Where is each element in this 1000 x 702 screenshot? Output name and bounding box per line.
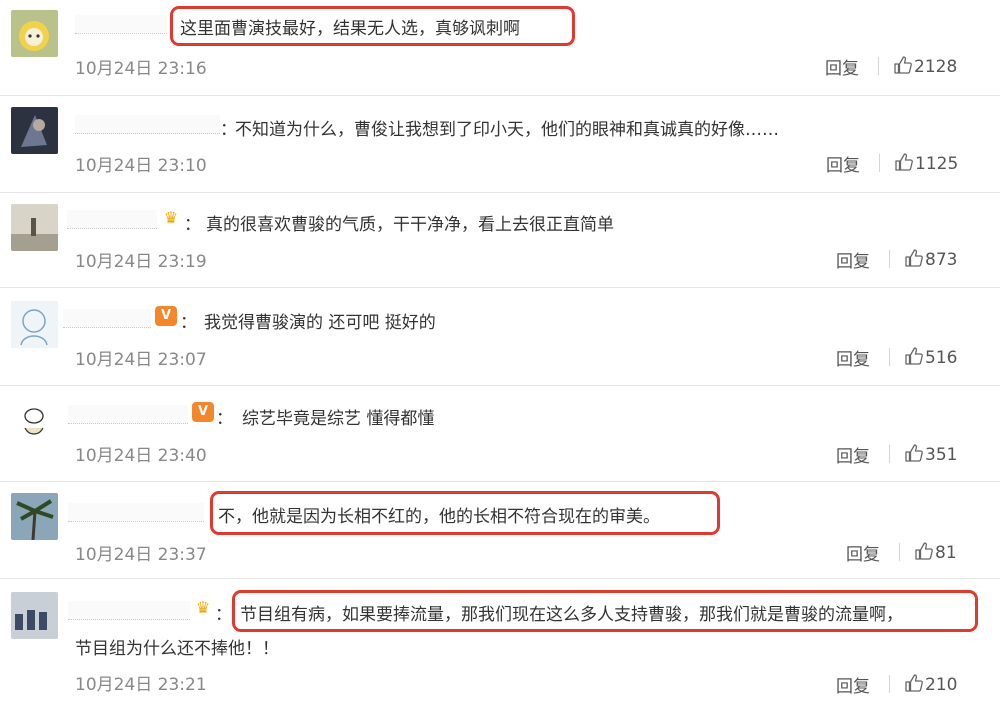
like-button[interactable]: 2128: [893, 55, 957, 77]
reply-button[interactable]: 回复: [826, 151, 860, 176]
divider: [889, 250, 890, 268]
comment-time: 10月24日 23:19: [75, 252, 207, 272]
username-redacted[interactable]: [67, 210, 157, 229]
like-count: 210: [925, 675, 958, 695]
avatar[interactable]: [11, 107, 58, 154]
crown-icon[interactable]: ♛: [160, 208, 182, 228]
avatar[interactable]: [11, 592, 58, 639]
reply-button[interactable]: 回复: [836, 345, 870, 370]
thumbs-up-icon: [905, 444, 923, 462]
divider: [889, 348, 890, 366]
avatar[interactable]: [11, 204, 58, 251]
like-button[interactable]: 873: [904, 248, 957, 270]
divider: [889, 445, 890, 463]
reply-button[interactable]: 回复: [825, 54, 859, 79]
comment-text: 真的很喜欢曹骏的气质，干干净净，看上去很正直简单: [206, 215, 614, 235]
divider: [879, 154, 880, 172]
username-redacted[interactable]: [68, 503, 204, 522]
comment-text: 不知道为什么，曹俊让我想到了印小天，他们的眼神和真诚真的好像……: [235, 120, 779, 140]
colon: ：: [216, 409, 233, 429]
divider: [889, 675, 890, 693]
colon: ：: [215, 605, 232, 625]
like-button[interactable]: 516: [904, 346, 957, 368]
comment-time: 10月24日 23:16: [75, 59, 207, 79]
avatar[interactable]: [11, 398, 58, 445]
comment-time: 10月24日 23:37: [75, 545, 207, 565]
divider: [899, 543, 900, 561]
colon: ：: [184, 215, 201, 235]
like-button[interactable]: 351: [904, 443, 957, 465]
v-badge-icon[interactable]: V: [192, 402, 214, 422]
crown-icon[interactable]: ♛: [192, 598, 214, 618]
like-count: 81: [935, 543, 957, 563]
comment-text-line2: 节目组为什么还不捧他！！: [75, 639, 279, 659]
comment-item: ♛ ： 节目组有病，如果要捧流量，那我们现在这么多人支持曹骏，那我们就是曹骏的流…: [0, 578, 1000, 702]
colon: ：: [180, 313, 197, 333]
avatar[interactable]: [11, 493, 58, 540]
like-button[interactable]: 210: [904, 673, 957, 695]
comment-item: V ： 我觉得曹骏演的 还可吧 挺好的 10月24日 23:07 回复 516: [0, 287, 1000, 386]
reply-button[interactable]: 回复: [846, 540, 880, 565]
comment-item: 这里面曹演技最好，结果无人选，真够讽刺啊 10月24日 23:16 回复 212…: [0, 0, 1000, 96]
like-count: 351: [925, 445, 958, 465]
username-redacted[interactable]: [68, 601, 190, 620]
v-badge-icon[interactable]: V: [155, 306, 177, 326]
username-redacted[interactable]: [75, 15, 167, 34]
thumbs-up-icon: [915, 542, 933, 560]
comment-text: 不，他就是因为长相不红的，他的长相不符合现在的审美。: [218, 507, 660, 527]
avatar[interactable]: [11, 301, 58, 348]
avatar[interactable]: [11, 10, 58, 57]
reply-button[interactable]: 回复: [836, 672, 870, 697]
thumbs-up-icon: [905, 674, 923, 692]
thumbs-up-icon: [905, 249, 923, 267]
thumbs-up-icon: [895, 153, 913, 171]
comment-item: V ： 综艺毕竟是综艺 懂得都懂 10月24日 23:40 回复 351: [0, 385, 1000, 482]
comment-item: ： 不知道为什么，曹俊让我想到了印小天，他们的眼神和真诚真的好像…… 10月24…: [0, 95, 1000, 193]
thumbs-up-icon: [894, 56, 912, 74]
username-redacted[interactable]: [75, 115, 220, 134]
reply-button[interactable]: 回复: [836, 247, 870, 272]
comment-item: 不，他就是因为长相不红的，他的长相不符合现在的审美。 10月24日 23:37 …: [0, 481, 1000, 579]
like-button[interactable]: 1125: [894, 152, 958, 174]
like-count: 2128: [914, 57, 958, 77]
comment-text: 这里面曹演技最好，结果无人选，真够讽刺啊: [180, 19, 520, 39]
comment-time: 10月24日 23:10: [75, 156, 207, 176]
like-count: 1125: [915, 154, 959, 174]
thumbs-up-icon: [905, 347, 923, 365]
comment-time: 10月24日 23:21: [75, 675, 207, 695]
like-count: 873: [925, 250, 958, 270]
divider: [878, 57, 879, 75]
like-button[interactable]: 81: [914, 541, 957, 563]
like-count: 516: [925, 348, 958, 368]
comment-time: 10月24日 23:40: [75, 446, 207, 466]
comment-text-line1: 节目组有病，如果要捧流量，那我们现在这么多人支持曹骏，那我们就是曹骏的流量啊，: [240, 605, 903, 625]
reply-button[interactable]: 回复: [836, 442, 870, 467]
comment-item: ♛ ： 真的很喜欢曹骏的气质，干干净净，看上去很正直简单 10月24日 23:1…: [0, 192, 1000, 288]
comment-text: 综艺毕竟是综艺 懂得都懂: [242, 409, 435, 429]
username-redacted[interactable]: [63, 309, 151, 328]
comment-text: 我觉得曹骏演的 还可吧 挺好的: [204, 313, 436, 333]
username-redacted[interactable]: [68, 405, 188, 424]
comment-time: 10月24日 23:07: [75, 350, 207, 370]
